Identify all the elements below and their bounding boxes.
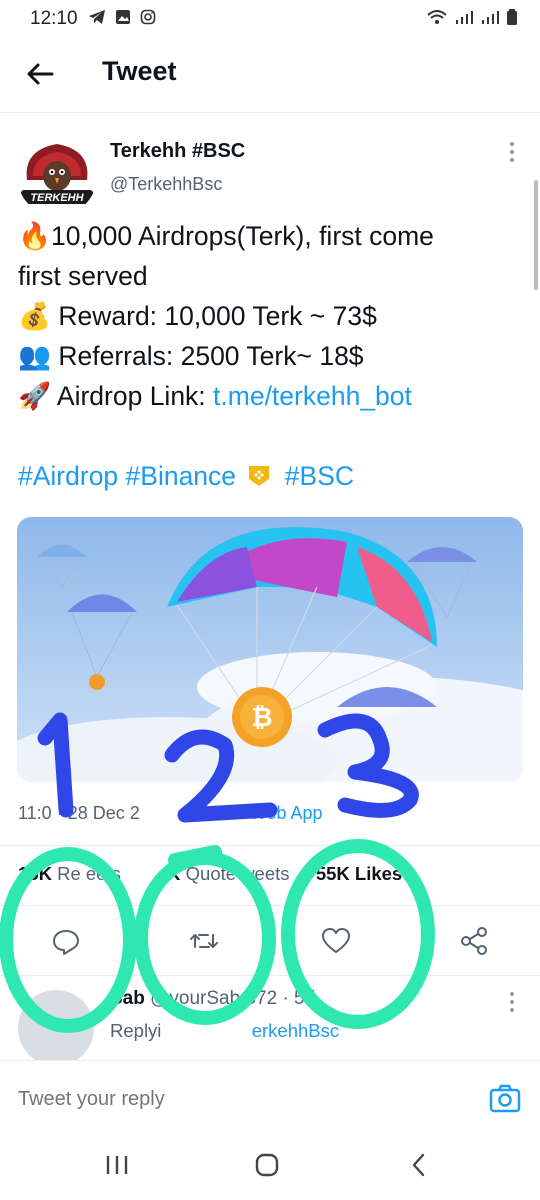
- hashtag-links[interactable]: #Airdrop #Binance: [18, 461, 236, 491]
- system-icons: [426, 9, 518, 28]
- instagram-icon: [141, 9, 156, 25]
- signal-icon: [482, 11, 500, 24]
- annotation-stroke: [168, 845, 222, 867]
- back-arrow-icon[interactable]: [24, 58, 56, 90]
- annotation-number-3: [317, 713, 419, 818]
- people-emoji: 👥: [18, 341, 51, 371]
- home-icon[interactable]: [252, 1150, 282, 1180]
- tweet-line-text: Referrals: 2500 Terk~ 18$: [51, 341, 364, 371]
- money-bag-emoji: 💰: [18, 301, 51, 331]
- binance-logo-icon: [249, 466, 270, 486]
- annotation-circle-3: [281, 839, 435, 1029]
- camera-icon[interactable]: [488, 1081, 522, 1115]
- tweet-line: 🔥10,000 Airdrops(Terk), first come: [18, 216, 528, 256]
- notification-icons: [88, 9, 156, 29]
- status-time: 12:10: [30, 8, 78, 29]
- tweet-line-text: 10,000 Airdrops(Terk), first come: [51, 221, 434, 251]
- hashtag-line: #Airdrop #Binance #BSC: [18, 456, 528, 496]
- wifi-icon: [427, 10, 447, 24]
- tweet-line-text: Reward: 10,000 Terk ~ 73$: [51, 301, 377, 331]
- battery-icon: [507, 9, 517, 25]
- page-title: Tweet: [102, 56, 177, 86]
- tweet-line: 👥 Referrals: 2500 Terk~ 18$: [18, 336, 528, 376]
- tweet-line-text: Airdrop Link:: [51, 381, 214, 411]
- fire-emoji: 🔥: [18, 221, 51, 251]
- tweet-line: 🚀 Airdrop Link: t.me/terkehh_bot: [18, 376, 528, 416]
- recent-apps-icon[interactable]: [102, 1150, 132, 1180]
- author-handle[interactable]: @TerkehhBsc: [110, 174, 222, 195]
- hand-drawn-annotations: [0, 712, 435, 1033]
- hashtag-bsc[interactable]: #BSC: [285, 461, 354, 491]
- annotation-circle-2: [134, 851, 276, 1025]
- telegram-icon: [89, 10, 105, 24]
- airdrop-link[interactable]: t.me/terkehh_bot: [213, 381, 412, 411]
- annotation-number-1: [37, 712, 74, 818]
- signal-icon: [456, 11, 474, 24]
- annotation-number-2: [164, 729, 278, 823]
- tweet-line: 💰 Reward: 10,000 Terk ~ 73$: [18, 296, 528, 336]
- author-avatar[interactable]: TERKEHH: [17, 136, 97, 216]
- tweet-line-text: first served: [18, 261, 148, 291]
- avatar-logo-text: TERKEHH: [30, 192, 84, 204]
- back-icon[interactable]: [404, 1150, 434, 1180]
- system-nav-bar: [0, 1126, 540, 1200]
- tweet-line: first served: [18, 256, 528, 296]
- rocket-emoji: 🚀: [18, 381, 51, 411]
- scrollbar[interactable]: [534, 180, 538, 290]
- status-bar: 12:10: [0, 0, 540, 36]
- app-bar: Tweet: [0, 36, 540, 113]
- gallery-icon: [116, 10, 131, 24]
- more-options-icon[interactable]: [505, 140, 519, 166]
- turkey-logo-icon: TERKEHH: [17, 136, 97, 216]
- tweet-body: 🔥10,000 Airdrops(Terk), first come first…: [18, 216, 528, 496]
- reply-composer: [0, 1060, 540, 1127]
- reply-input[interactable]: [18, 1085, 458, 1113]
- annotation-circle-1: [0, 847, 137, 1033]
- author-name[interactable]: Terkehh #BSC: [110, 140, 245, 163]
